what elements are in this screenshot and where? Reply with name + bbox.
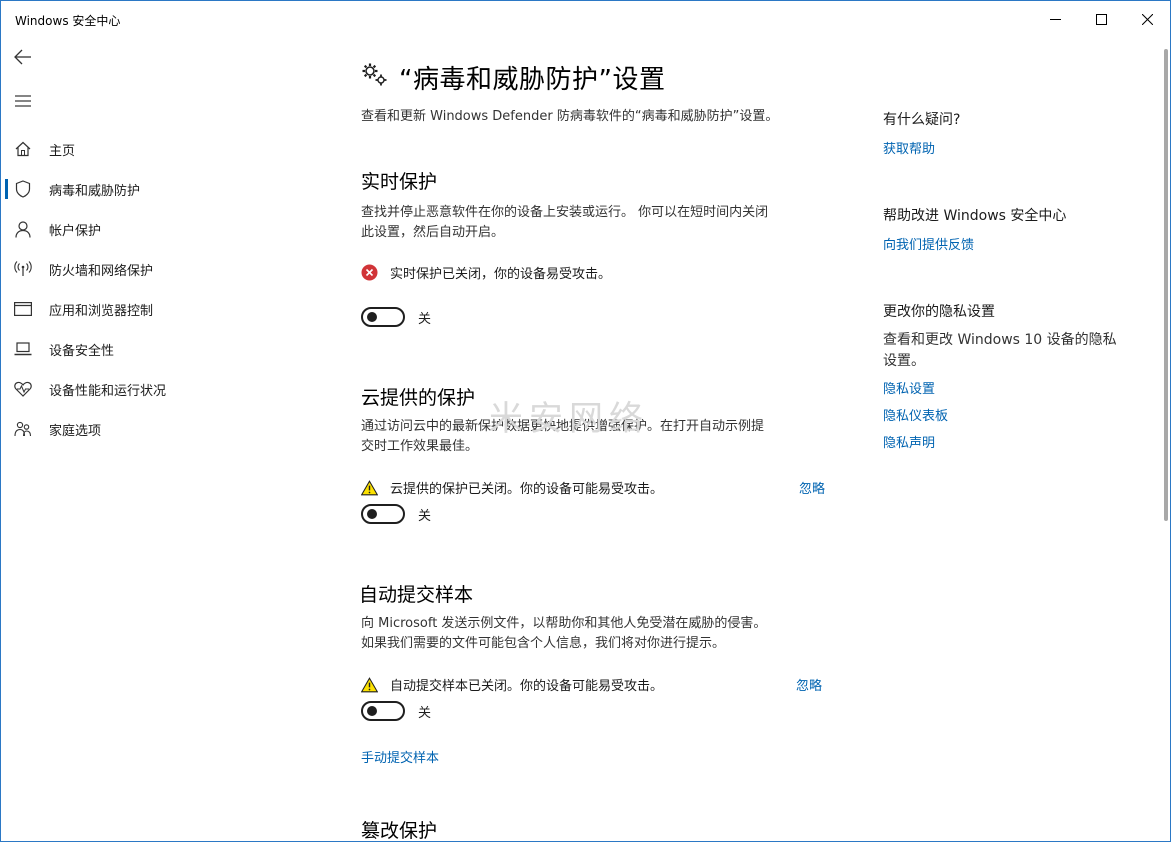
dismiss-link[interactable]: 忽略	[796, 675, 822, 694]
laptop-icon	[14, 340, 32, 358]
hamburger-icon	[15, 95, 31, 107]
toggle-state-label: 关	[418, 705, 432, 721]
feedback-link[interactable]: 向我们提供反馈	[883, 234, 1143, 253]
section-title: 实时保护	[361, 171, 438, 193]
person-icon	[14, 220, 32, 238]
toggle-knob	[367, 706, 377, 716]
section-description: 向 Microsoft 发送示例文件，以帮助你和其他人免受潜在威胁的侵害。 如果…	[361, 614, 841, 654]
toggle-state-label: 关	[418, 311, 432, 327]
close-button[interactable]	[1124, 1, 1170, 37]
sidebar-item-label: 设备安全性	[49, 343, 115, 359]
toggle-state-label: 关	[418, 508, 432, 524]
status-text: 实时保护已关闭，你的设备易受攻击。	[390, 267, 612, 282]
sidebar-item-family-options[interactable]: 家庭选项	[1, 409, 261, 449]
status-message: 自动提交样本已关闭。你的设备可能易受攻击。 忽略	[361, 675, 841, 694]
warning-icon	[361, 479, 378, 496]
back-arrow-icon	[14, 49, 31, 65]
privacy-dashboard-link[interactable]: 隐私仪表板	[883, 405, 1143, 424]
description-line: 如果我们需要的文件可能包含个人信息，我们将对你进行提示。	[361, 636, 726, 651]
heart-pulse-icon	[14, 380, 32, 398]
description-line: 交时工作效果最佳。	[361, 439, 479, 454]
minimize-button[interactable]	[1032, 1, 1078, 37]
realtime-toggle-row: 关	[361, 307, 841, 327]
title-bar: Windows 安全中心	[1, 1, 1170, 37]
status-message: 云提供的保护已关闭。你的设备可能易受攻击。 忽略	[361, 478, 841, 497]
description-line: 查找并停止恶意软件在你的设备上安装或运行。 你可以在短时间内关闭	[361, 205, 769, 220]
sidebar-item-label: 病毒和威胁防护	[49, 183, 141, 199]
maximize-icon	[1095, 13, 1107, 25]
sidebar-item-firewall[interactable]: 防火墙和网络保护	[1, 249, 261, 289]
page-header: “病毒和威胁防护”设置	[361, 59, 841, 95]
toggle-knob	[367, 509, 377, 519]
privacy-heading: 更改你的隐私设置	[883, 304, 995, 320]
privacy-statement-link[interactable]: 隐私声明	[883, 432, 1143, 451]
sidebar-item-app-browser-control[interactable]: 应用和浏览器控制	[1, 289, 261, 329]
family-icon	[14, 420, 32, 438]
cloud-protection-toggle[interactable]	[361, 504, 405, 524]
back-button[interactable]	[9, 43, 37, 71]
window-title: Windows 安全中心	[15, 14, 121, 28]
sidebar-nav: 主页 病毒和威胁防护 帐户保护 防火墙和网络保护 应用和浏览器控制 设备安全性 …	[1, 129, 261, 449]
privacy-text-line: 查看和更改 Windows 10 设备的隐私	[883, 332, 1117, 348]
maximize-button[interactable]	[1078, 1, 1124, 37]
app-window: Windows 安全中心 主页 病毒和威胁防护 帐户保护 防火墙和网络保护 应用…	[0, 0, 1171, 842]
sidebar-item-label: 应用和浏览器控制	[49, 303, 154, 319]
section-tamper-protection: 篡改保护	[361, 816, 841, 842]
gears-icon	[361, 62, 389, 92]
sidebar-item-virus-protection[interactable]: 病毒和威胁防护	[1, 169, 261, 209]
sidebar-item-label: 设备性能和运行状况	[49, 383, 167, 399]
section-cloud-protection: 云提供的保护 通过访问云中的最新保护数据更快地提供增强保护。在打开自动示例提 交…	[361, 383, 841, 524]
get-help-link[interactable]: 获取帮助	[883, 138, 1143, 157]
vertical-scrollbar[interactable]	[1164, 49, 1168, 521]
realtime-protection-toggle[interactable]	[361, 307, 405, 327]
sample-submission-toggle[interactable]	[361, 701, 405, 721]
section-description: 通过访问云中的最新保护数据更快地提供增强保护。在打开自动示例提 交时工作效果最佳…	[361, 417, 841, 457]
dismiss-link[interactable]: 忽略	[799, 478, 825, 497]
wifi-signal-icon	[14, 260, 32, 278]
app-window-icon	[14, 300, 32, 318]
description-line: 此设置，然后自动开启。	[361, 225, 505, 240]
main-content: “病毒和威胁防护”设置 查看和更新 Windows Defender 防病毒软件…	[359, 59, 841, 842]
sidebar-item-label: 防火墙和网络保护	[49, 263, 154, 279]
section-realtime-protection: 实时保护 查找并停止恶意软件在你的设备上安装或运行。 你可以在短时间内关闭 此设…	[361, 167, 841, 327]
page-title: “病毒和威胁防护”设置	[399, 64, 666, 95]
description-line: 向 Microsoft 发送示例文件，以帮助你和其他人免受潜在威胁的侵害。	[361, 616, 767, 631]
close-icon	[1141, 13, 1153, 25]
cloud-toggle-row: 关	[361, 504, 841, 524]
section-sample-submission: 自动提交样本 向 Microsoft 发送示例文件，以帮助你和其他人免受潜在威胁…	[359, 580, 841, 766]
manual-submit-sample-link[interactable]: 手动提交样本	[361, 747, 841, 766]
privacy-description: 查看和更改 Windows 10 设备的隐私 设置。	[883, 330, 1143, 372]
home-icon	[14, 140, 32, 158]
toggle-knob	[367, 312, 377, 322]
status-text: 云提供的保护已关闭。你的设备可能易受攻击。	[390, 482, 664, 497]
sidebar-item-label: 主页	[49, 143, 76, 159]
right-panel: 有什么疑问? 获取帮助 帮助改进 Windows 安全中心 向我们提供反馈 更改…	[883, 109, 1143, 451]
hamburger-menu-button[interactable]	[9, 87, 37, 115]
sidebar-item-device-performance[interactable]: 设备性能和运行状况	[1, 369, 261, 409]
section-title: 云提供的保护	[361, 387, 476, 409]
status-message: 实时保护已关闭，你的设备易受攻击。	[361, 263, 841, 282]
page-description: 查看和更新 Windows Defender 防病毒软件的“病毒和威胁防护”设置…	[361, 109, 779, 124]
description-line: 通过访问云中的最新保护数据更快地提供增强保护。在打开自动示例提	[361, 419, 765, 434]
sample-toggle-row: 关	[361, 701, 841, 721]
warning-icon	[361, 676, 378, 693]
section-description: 查找并停止恶意软件在你的设备上安装或运行。 你可以在短时间内关闭 此设置，然后自…	[361, 203, 841, 243]
error-icon	[361, 264, 378, 281]
section-title: 自动提交样本	[359, 584, 474, 606]
questions-heading: 有什么疑问?	[883, 112, 961, 128]
sidebar-item-label: 家庭选项	[49, 423, 102, 439]
privacy-settings-link[interactable]: 隐私设置	[883, 378, 1143, 397]
sidebar-item-account-protection[interactable]: 帐户保护	[1, 209, 261, 249]
shield-icon	[14, 180, 32, 198]
status-text: 自动提交样本已关闭。你的设备可能易受攻击。	[390, 679, 664, 694]
sidebar-item-label: 帐户保护	[49, 223, 102, 239]
section-title: 篡改保护	[361, 820, 438, 842]
sidebar-item-device-security[interactable]: 设备安全性	[1, 329, 261, 369]
privacy-text-line: 设置。	[883, 353, 925, 369]
improve-heading: 帮助改进 Windows 安全中心	[883, 208, 1067, 224]
minimize-icon	[1049, 18, 1061, 20]
sidebar-item-home[interactable]: 主页	[1, 129, 261, 169]
